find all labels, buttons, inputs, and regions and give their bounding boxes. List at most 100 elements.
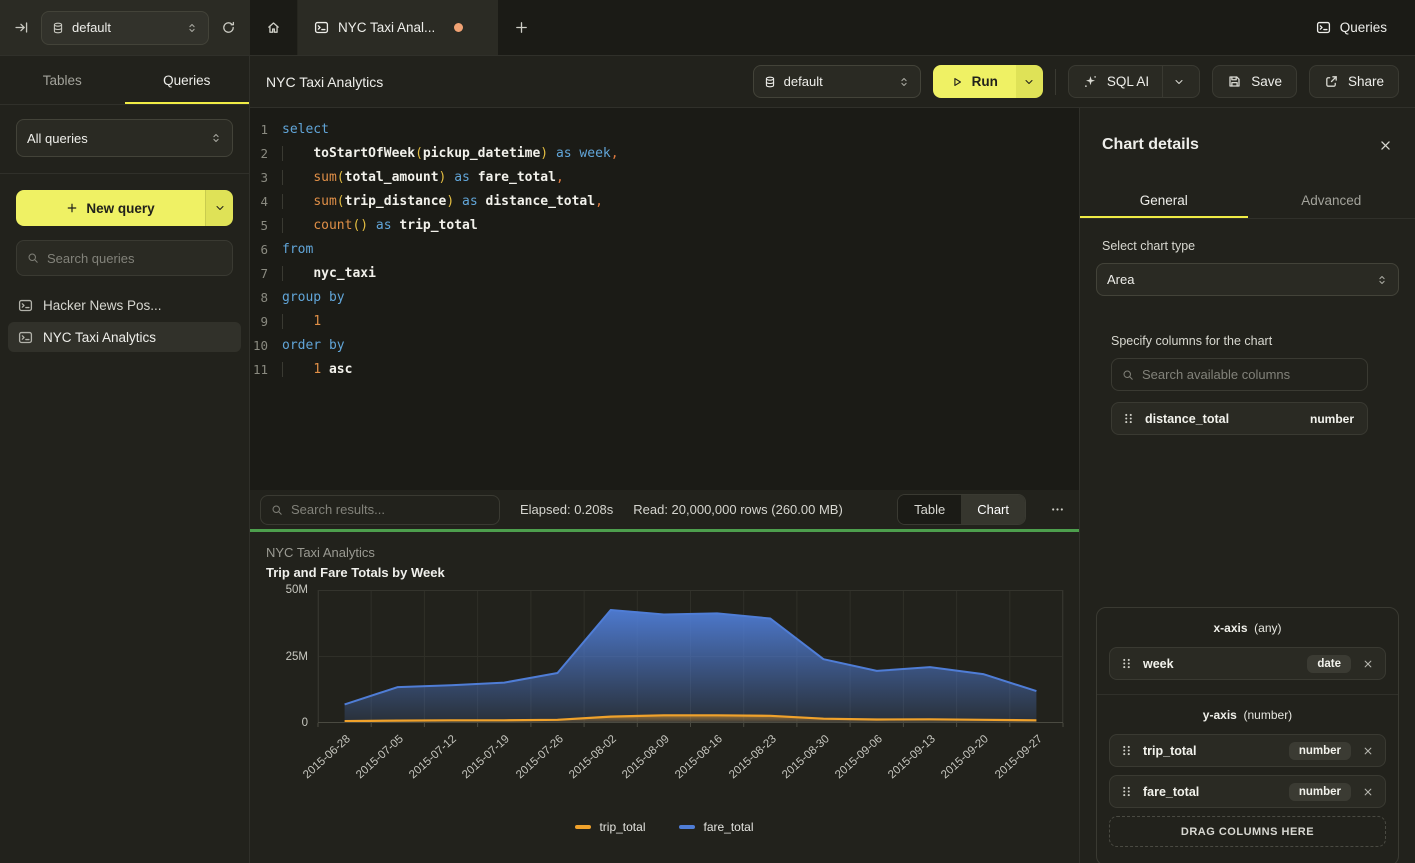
columns-search — [1111, 358, 1368, 391]
query-list-item[interactable]: Hacker News Pos... — [8, 290, 241, 320]
grip-icon — [1119, 656, 1134, 671]
column-type-badge: date — [1307, 655, 1351, 673]
legend-swatch — [575, 825, 591, 829]
save-icon — [1227, 74, 1242, 89]
run-button[interactable]: Run — [933, 65, 1016, 98]
queries-shortcut[interactable]: Queries — [1304, 0, 1415, 55]
new-query-dropdown[interactable] — [205, 190, 233, 226]
x-axis-label: 2015-08-30 — [780, 733, 832, 781]
rows-read: Read: 20,000,000 rows (260.00 MB) — [633, 502, 843, 517]
run-label: Run — [972, 74, 998, 89]
play-icon — [951, 76, 963, 88]
column-name: fare_total — [1143, 785, 1199, 799]
queries-shortcut-label: Queries — [1340, 20, 1387, 35]
query-list-item-label: Hacker News Pos... — [43, 298, 162, 313]
panel-tab-general[interactable]: General — [1080, 182, 1248, 218]
database-value: default — [72, 20, 111, 35]
column-chip[interactable]: weekdate — [1109, 647, 1386, 680]
plus-icon — [514, 20, 529, 35]
code-content: sum(trip_distance) as distance_total, — [278, 190, 603, 214]
query-list-item[interactable]: NYC Taxi Analytics — [8, 322, 241, 352]
chevron-down-icon — [1173, 76, 1185, 88]
legend-item[interactable]: trip_total — [575, 820, 645, 834]
x-axis-label: 2015-08-16 — [673, 733, 725, 781]
available-columns: distance_totalnumber — [1111, 402, 1368, 435]
column-chip[interactable]: distance_totalnumber — [1111, 402, 1368, 435]
sidebar-tab-queries[interactable]: Queries — [125, 56, 250, 104]
refresh-icon[interactable] — [221, 20, 236, 35]
remove-icon — [1362, 658, 1374, 670]
share-button[interactable]: Share — [1309, 65, 1399, 98]
new-query-button[interactable]: New query — [16, 190, 205, 226]
database-selector[interactable]: default — [41, 11, 209, 45]
more-options-button[interactable] — [1046, 502, 1069, 517]
results-search-input[interactable] — [291, 502, 489, 517]
code-content: nyc_taxi — [278, 262, 376, 286]
new-tab-button[interactable] — [498, 0, 544, 55]
run-dropdown[interactable] — [1016, 65, 1043, 98]
legend-item[interactable]: fare_total — [679, 820, 753, 834]
query-search-input[interactable] — [47, 251, 222, 266]
x-axis-label: 2015-09-27 — [993, 733, 1045, 781]
code-content: from — [278, 238, 313, 262]
query-icon — [18, 298, 33, 313]
code-content: sum(total_amount) as fare_total, — [278, 166, 564, 190]
x-axis-label: 2015-09-13 — [886, 733, 938, 781]
view-toggle-chart[interactable]: Chart — [961, 495, 1025, 524]
app-root: default NYC Taxi Anal... Queries — [0, 0, 1415, 863]
ellipsis-icon — [1050, 502, 1065, 517]
query-tab[interactable]: NYC Taxi Anal... — [298, 0, 498, 55]
columns-search-input[interactable] — [1142, 367, 1357, 382]
code-content: order by — [278, 334, 345, 358]
remove-column-button[interactable] — [1360, 656, 1376, 672]
chart-title: NYC Taxi Analytics — [266, 544, 1063, 562]
query-search — [16, 240, 233, 276]
collapse-sidebar-icon[interactable] — [14, 20, 29, 35]
run-database-value: default — [784, 74, 823, 89]
remove-column-button[interactable] — [1360, 784, 1376, 800]
y-axis-section: y-axis (number) trip_totalnumber fare_tot… — [1097, 695, 1398, 863]
view-toggle-table[interactable]: Table — [898, 495, 961, 524]
code-content: toStartOfWeek(pickup_datetime) as week, — [278, 142, 619, 166]
line-number: 8 — [250, 286, 278, 310]
database-icon — [52, 22, 64, 34]
unsaved-dot — [454, 23, 463, 32]
chevron-updown-icon — [210, 132, 222, 144]
column-type-badge: number — [1289, 742, 1351, 760]
remove-icon — [1362, 745, 1374, 757]
x-axis-labels: 2015-06-282015-07-052015-07-122015-07-19… — [318, 723, 1063, 815]
code-line: 9 1 — [250, 310, 1079, 334]
drop-zone[interactable]: DRAG COLUMNS HERE — [1109, 816, 1386, 847]
line-number: 2 — [250, 142, 278, 166]
y-axis-heading: y-axis (number) — [1109, 708, 1386, 722]
share-icon — [1324, 74, 1339, 89]
sql-ai-button[interactable]: SQL AI — [1068, 65, 1200, 98]
sidebar-tab-tables[interactable]: Tables — [0, 56, 125, 104]
sparkle-icon — [1083, 74, 1098, 89]
columns-section-label: Specify columns for the chart — [1111, 334, 1362, 348]
panel-tabs: GeneralAdvanced — [1080, 182, 1415, 219]
chart-type-select[interactable]: Area — [1096, 263, 1399, 296]
query-filter-select[interactable]: All queries — [16, 119, 233, 157]
save-button[interactable]: Save — [1212, 65, 1297, 98]
code-content: group by — [278, 286, 345, 310]
code-content: 1 — [278, 310, 321, 334]
run-database-selector[interactable]: default — [753, 65, 921, 98]
y-axis-label: 0 — [302, 717, 308, 729]
divider — [1055, 69, 1056, 95]
home-tab[interactable] — [250, 0, 298, 55]
sql-ai-dropdown[interactable] — [1162, 66, 1185, 97]
new-query-button-group: New query — [16, 190, 233, 226]
column-chip[interactable]: fare_totalnumber — [1109, 775, 1386, 808]
close-panel-button[interactable] — [1378, 138, 1393, 153]
column-chip[interactable]: trip_totalnumber — [1109, 734, 1386, 767]
x-axis-label: 2015-08-09 — [620, 733, 672, 781]
remove-column-button[interactable] — [1360, 743, 1376, 759]
line-number: 7 — [250, 262, 278, 286]
sql-editor[interactable]: 1 select2 toStartOfWeek(pickup_datetime) … — [250, 108, 1079, 490]
divider — [0, 173, 249, 174]
close-icon — [1378, 138, 1393, 153]
code-content: select — [278, 118, 329, 142]
x-axis-label: 2015-07-19 — [461, 733, 513, 781]
panel-tab-advanced[interactable]: Advanced — [1248, 182, 1415, 218]
